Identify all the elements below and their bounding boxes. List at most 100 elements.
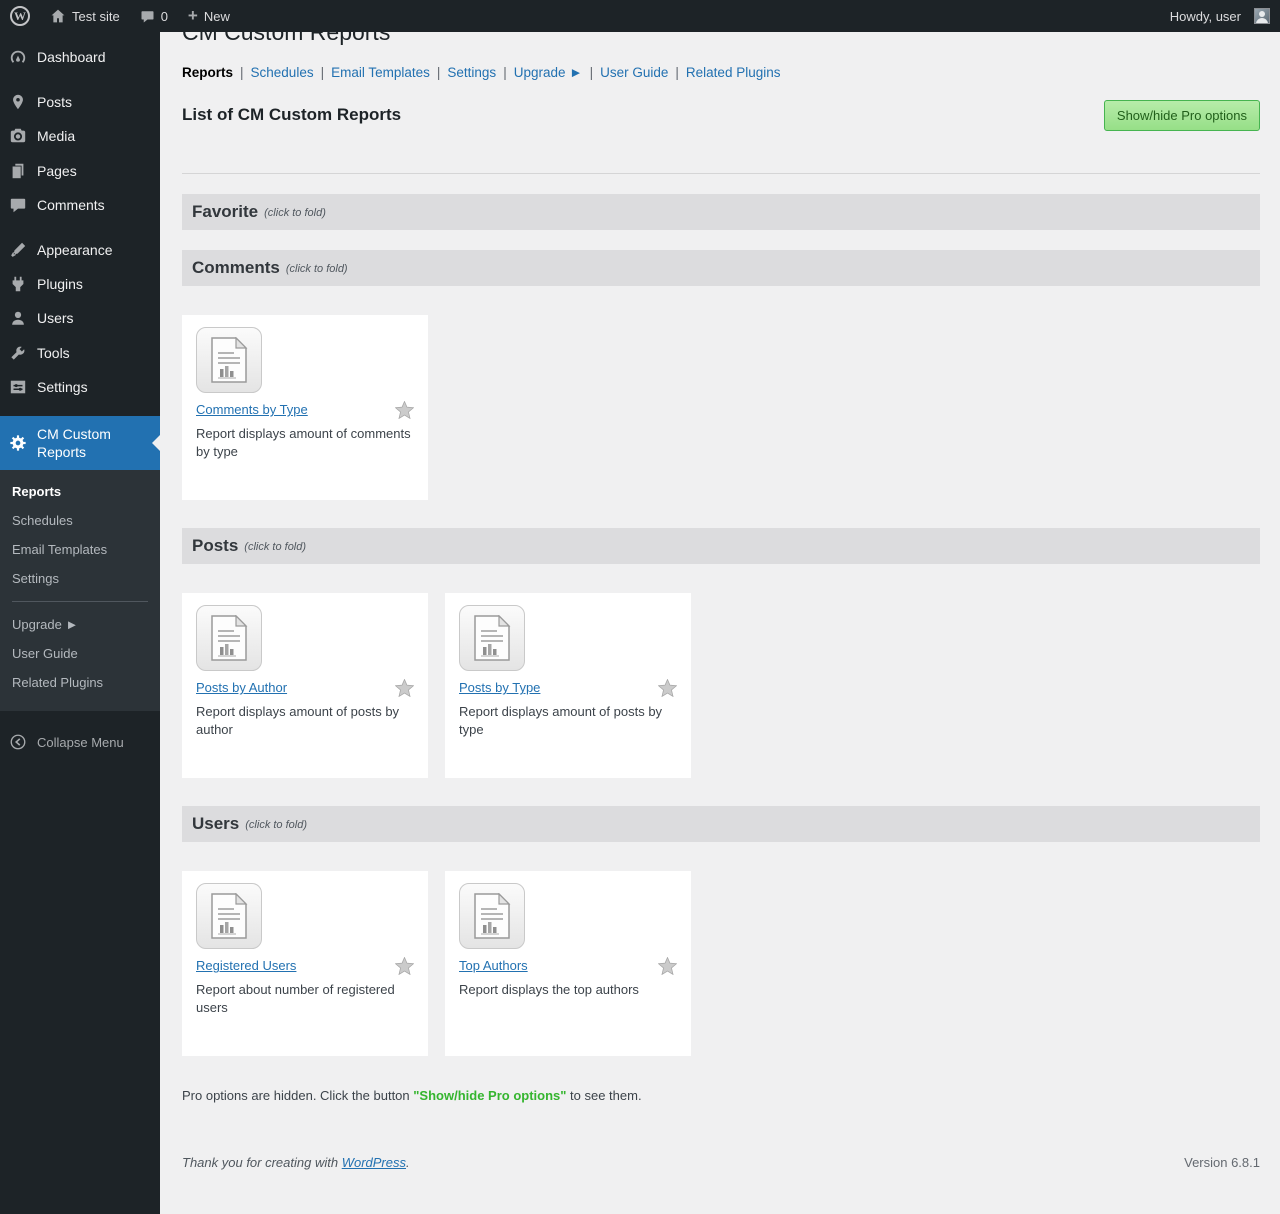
site-menu[interactable]: Test site <box>40 0 130 32</box>
sidebar-item-pages[interactable]: Pages <box>0 154 160 188</box>
submenu-item-settings[interactable]: Settings <box>0 564 160 593</box>
tab-settings[interactable]: Settings <box>447 65 496 80</box>
plugins-icon <box>8 275 28 293</box>
media-icon <box>8 127 28 145</box>
favorite-star-icon[interactable] <box>395 957 414 975</box>
sidebar-item-plugins[interactable]: Plugins <box>0 267 160 301</box>
comments-icon <box>8 196 28 214</box>
list-heading: List of CM Custom Reports <box>182 105 401 125</box>
tab-reports[interactable]: Reports <box>182 65 233 80</box>
site-name: Test site <box>72 9 120 24</box>
submenu-item-schedules[interactable]: Schedules <box>0 506 160 535</box>
sidebar-item-users[interactable]: Users <box>0 301 160 335</box>
tab-separator: | <box>590 65 594 80</box>
favorite-star-icon[interactable] <box>395 401 414 419</box>
report-description: Report displays amount of comments by ty… <box>196 425 414 461</box>
submenu-item-email-templates[interactable]: Email Templates <box>0 535 160 564</box>
report-link-top-authors[interactable]: Top Authors <box>459 958 528 973</box>
card-title-row: Top Authors <box>459 957 677 975</box>
sidebar-item-settings[interactable]: Settings <box>0 370 160 404</box>
tab-separator: | <box>437 65 441 80</box>
tab-email-templates[interactable]: Email Templates <box>331 65 430 80</box>
report-card-comments-by-type: Comments by Type Report displays amount … <box>182 315 428 500</box>
posts-icon <box>8 93 28 111</box>
card-title-row: Registered Users <box>196 957 414 975</box>
sidebar-item-label: Appearance <box>37 241 113 259</box>
tab-separator: | <box>675 65 679 80</box>
sidebar-item-label: Users <box>37 309 74 327</box>
sidebar-item-label: Media <box>37 127 75 145</box>
new-content-menu[interactable]: + New <box>178 0 240 32</box>
section-fold-hint: (click to fold) <box>245 819 307 831</box>
show-hide-pro-button[interactable]: Show/hide Pro options <box>1104 100 1260 131</box>
comments-bubble-icon <box>140 9 155 24</box>
tab-separator: | <box>321 65 325 80</box>
report-card-registered-users: Registered Users Report about number of … <box>182 871 428 1056</box>
tab-separator: | <box>240 65 244 80</box>
sidebar-item-cm-custom-reports[interactable]: CM Custom Reports <box>0 416 160 470</box>
footer-thanks: Thank you for creating with WordPress. <box>182 1155 410 1170</box>
sidebar-item-tools[interactable]: Tools <box>0 336 160 370</box>
favorite-star-icon[interactable] <box>658 679 677 697</box>
admin-bar-left: W Test site 0 + New <box>0 0 240 32</box>
sidebar-item-label: Plugins <box>37 275 83 293</box>
plus-icon: + <box>188 7 198 24</box>
section-title: Favorite <box>192 202 258 222</box>
howdy-text: Howdy, user <box>1170 9 1241 24</box>
wordpress-admin-screen: W Test site 0 + New Howdy, user <box>0 0 1280 1214</box>
collapse-menu-button[interactable]: Collapse Menu <box>0 725 160 759</box>
sidebar-item-media[interactable]: Media <box>0 119 160 153</box>
admin-bar-comments[interactable]: 0 <box>130 0 178 32</box>
cards-row-comments: Comments by Type Report displays amount … <box>182 315 1260 500</box>
section-header-posts[interactable]: Posts (click to fold) <box>182 528 1260 564</box>
report-document-icon[interactable] <box>196 327 262 393</box>
sidebar-item-posts[interactable]: Posts <box>0 85 160 119</box>
wordpress-logo-menu[interactable]: W <box>0 0 40 32</box>
sidebar-item-label: CM Custom Reports <box>37 425 152 461</box>
footer-period: . <box>406 1155 410 1170</box>
favorite-star-icon[interactable] <box>395 679 414 697</box>
tab-upgrade[interactable]: Upgrade ► <box>514 65 583 80</box>
submenu-item-related-plugins[interactable]: Related Plugins <box>0 668 160 697</box>
home-icon <box>50 8 66 24</box>
report-document-icon[interactable] <box>196 883 262 949</box>
section-title: Posts <box>192 536 238 556</box>
submenu-item-upgrade[interactable]: Upgrade ► <box>0 610 160 639</box>
sidebar-item-label: Settings <box>37 378 88 396</box>
report-document-icon[interactable] <box>459 605 525 671</box>
pro-note-highlight: "Show/hide Pro options" <box>413 1088 566 1103</box>
section-header-comments[interactable]: Comments (click to fold) <box>182 250 1260 286</box>
favorite-star-icon[interactable] <box>658 957 677 975</box>
main-content: CM Custom Reports Reports|Schedules|Emai… <box>160 0 1280 1184</box>
account-menu[interactable]: Howdy, user <box>1160 0 1280 32</box>
cards-row-posts: Posts by Author Report displays amount o… <box>182 593 1260 778</box>
section-header-users[interactable]: Users (click to fold) <box>182 806 1260 842</box>
report-document-icon[interactable] <box>196 605 262 671</box>
wordpress-link[interactable]: WordPress <box>342 1155 406 1170</box>
submenu-item-user-guide[interactable]: User Guide <box>0 639 160 668</box>
tab-user-guide[interactable]: User Guide <box>600 65 668 80</box>
sidebar-item-comments[interactable]: Comments <box>0 188 160 222</box>
appearance-icon <box>8 241 28 259</box>
tab-related-plugins[interactable]: Related Plugins <box>686 65 781 80</box>
sidebar-item-label: Comments <box>37 196 105 214</box>
report-description: Report about number of registered users <box>196 981 414 1017</box>
tab-schedules[interactable]: Schedules <box>251 65 314 80</box>
sidebar-item-label: Tools <box>37 344 70 362</box>
report-link-registered-users[interactable]: Registered Users <box>196 958 296 973</box>
section-header-favorite[interactable]: Favorite (click to fold) <box>182 194 1260 230</box>
submenu-item-reports[interactable]: Reports <box>0 477 160 506</box>
admin-menu: Dashboard Posts Media Pages <box>0 40 160 470</box>
submenu-divider <box>12 601 148 602</box>
sidebar-item-appearance[interactable]: Appearance <box>0 233 160 267</box>
sidebar-item-dashboard[interactable]: Dashboard <box>0 40 160 74</box>
footer-version: Version 6.8.1 <box>1184 1155 1260 1170</box>
cm-reports-submenu: Reports Schedules Email Templates Settin… <box>0 470 160 711</box>
report-document-icon[interactable] <box>459 883 525 949</box>
settings-icon <box>8 378 28 396</box>
report-link-posts-by-type[interactable]: Posts by Type <box>459 680 540 695</box>
report-link-comments-by-type[interactable]: Comments by Type <box>196 402 308 417</box>
sidebar-item-label: Posts <box>37 93 72 111</box>
report-link-posts-by-author[interactable]: Posts by Author <box>196 680 287 695</box>
avatar <box>1254 8 1270 24</box>
